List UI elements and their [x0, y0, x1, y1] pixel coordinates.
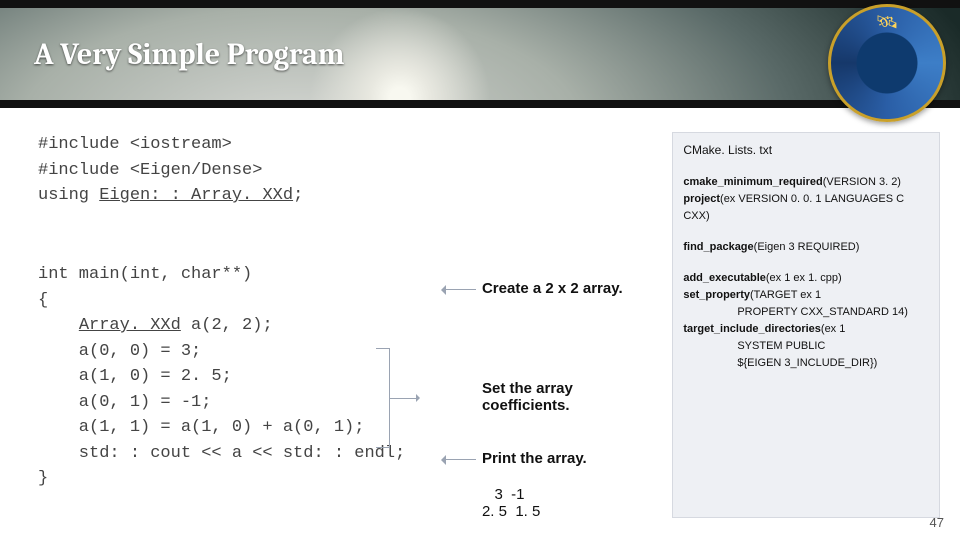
page-number: 47 — [930, 515, 944, 530]
cmake-filename: CMake. Lists. txt — [683, 141, 931, 160]
cmake-group: cmake_minimum_required(VERSION 3. 2) pro… — [683, 174, 931, 225]
cmake-group: add_executable(ex 1 ex 1. cpp) set_prope… — [683, 270, 931, 372]
annot-set: Set the array coefficients. — [482, 380, 573, 414]
code-line: #include <Eigen/Dense> — [38, 158, 422, 184]
arrow-icon — [436, 284, 476, 294]
slide-body: #include <iostream> #include <Eigen/Dens… — [0, 108, 960, 528]
arrow-icon — [436, 454, 476, 464]
code-line: using Eigen: : Array. XXd; — [38, 183, 422, 209]
code-block: #include <iostream> #include <Eigen/Dens… — [38, 132, 422, 518]
cmake-panel: CMake. Lists. txt cmake_minimum_required… — [672, 132, 940, 518]
annotations: Create a 2 x 2 array. Set the array coef… — [432, 132, 662, 518]
code-main: int main(int, char**) { Array. XXd a(2, … — [38, 237, 422, 492]
annot-create: Create a 2 x 2 array. — [482, 280, 623, 297]
program-output: 3 -1 2. 5 1. 5 — [482, 486, 540, 520]
annot-print: Print the array. — [482, 450, 587, 467]
bracket-icon — [376, 348, 426, 448]
satellite-icon: 🛰 — [876, 12, 899, 33]
header-banner: A Very Simple Program 🛰 — [0, 0, 960, 108]
org-logo: 🛰 — [828, 4, 946, 122]
code-line: #include <iostream> — [38, 132, 422, 158]
slide-title: A Very Simple Program — [34, 37, 344, 72]
cmake-group: find_package(Eigen 3 REQUIRED) — [683, 239, 931, 256]
